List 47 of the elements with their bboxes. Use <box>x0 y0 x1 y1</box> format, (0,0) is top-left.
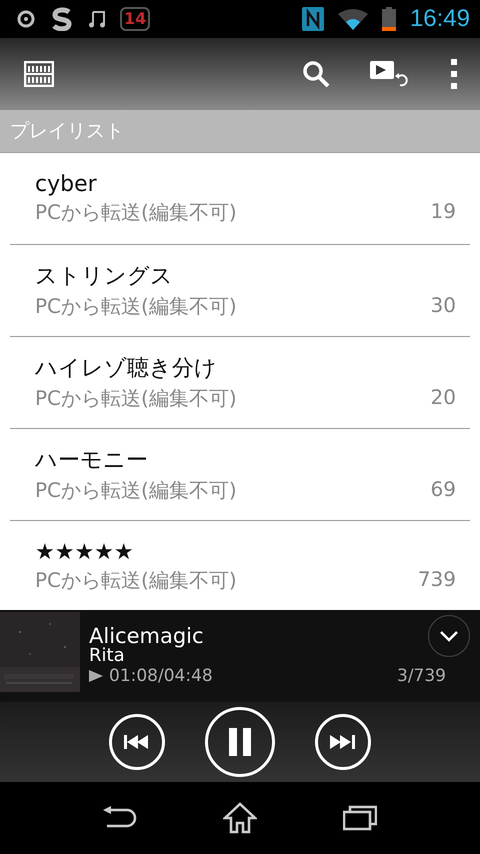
playlist-row[interactable]: ハイレゾ聴き分け PCから転送(編集不可) 20 <box>10 337 470 429</box>
playlist-row[interactable]: ストリングス PCから転送(編集不可) 30 <box>10 245 470 337</box>
nfc-icon <box>302 7 324 31</box>
battery-icon <box>382 7 396 31</box>
playlist-title: ★★★★★ <box>35 540 135 564</box>
playlist-row[interactable]: ハーモニー PCから転送(編集不可) 69 <box>10 429 470 521</box>
track-position: 3/739 <box>397 666 446 686</box>
playlist-title: cyber <box>35 172 98 196</box>
track-count: 30 <box>430 293 456 319</box>
artist-name: Rita <box>89 645 125 666</box>
wifi-icon <box>338 8 368 30</box>
calendar-badge: 14 <box>120 7 150 31</box>
music-note-icon <box>88 9 106 29</box>
next-icon <box>330 735 356 749</box>
previous-button[interactable] <box>109 714 165 770</box>
track-count: 19 <box>430 198 456 224</box>
playlist-source: PCから転送(編集不可) <box>35 477 238 504</box>
section-header: プレイリスト <box>0 110 480 153</box>
playlist-source: PCから転送(編集不可) <box>35 293 238 320</box>
back-icon[interactable] <box>103 806 137 830</box>
track-count: 739 <box>418 566 456 592</box>
play-queue-icon[interactable] <box>370 59 410 89</box>
search-icon[interactable] <box>302 60 330 88</box>
s-logo-icon <box>50 7 74 31</box>
library-icon[interactable] <box>24 61 54 87</box>
playback-time: 01:08/04:48 <box>109 666 213 686</box>
playlist-row[interactable]: cyber PCから転送(編集不可) 19 <box>10 153 470 245</box>
playlist-source: PCから転送(編集不可) <box>35 198 238 226</box>
playlist-title: ハーモニー <box>35 447 149 475</box>
playlist-source: PCから転送(編集不可) <box>35 385 238 412</box>
song-title: Alicemagic <box>89 624 204 648</box>
playlist-title: ストリングス <box>35 263 174 291</box>
playlist-title: ハイレゾ聴き分け <box>35 355 218 383</box>
overflow-menu-icon[interactable] <box>450 59 458 89</box>
clock-time: 16:49 <box>410 5 470 33</box>
collapse-button[interactable] <box>428 615 470 657</box>
previous-icon <box>124 735 150 749</box>
recent-apps-icon[interactable] <box>343 805 377 831</box>
track-count: 69 <box>430 477 456 503</box>
playlist-source: PCから転送(編集不可) <box>35 566 238 594</box>
home-icon[interactable] <box>223 802 257 834</box>
sync-icon <box>16 9 36 29</box>
chevron-down-icon <box>439 630 459 642</box>
pause-icon <box>229 728 251 756</box>
pause-button[interactable] <box>205 707 275 777</box>
next-button[interactable] <box>315 714 371 770</box>
track-count: 20 <box>430 385 456 411</box>
